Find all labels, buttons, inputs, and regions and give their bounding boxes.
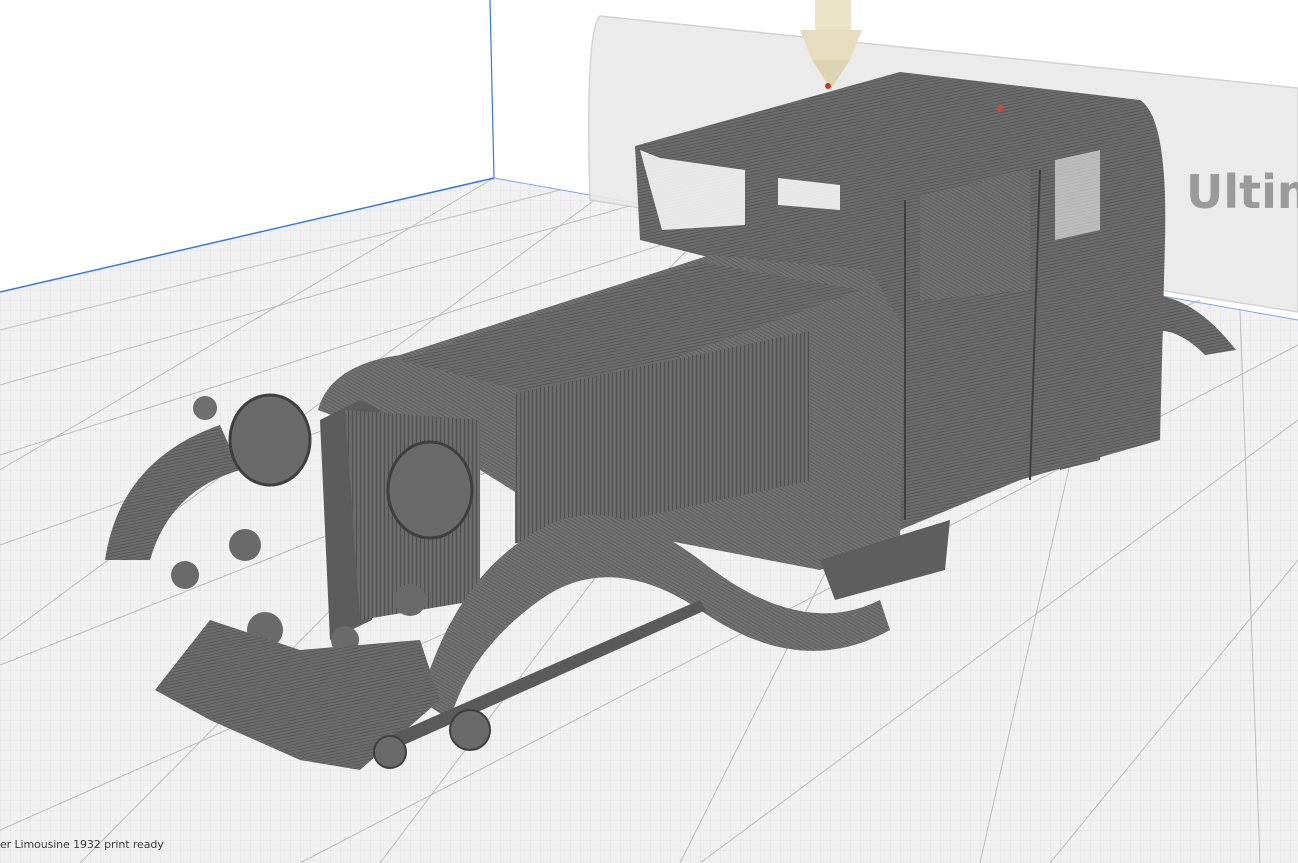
printer-brand-label: Ultim	[1186, 165, 1298, 219]
status-text: er Limousine 1932 print ready	[0, 838, 164, 851]
3d-viewport[interactable]: Ultim	[0, 0, 1298, 863]
nozzle-contact-marker	[997, 105, 1003, 111]
